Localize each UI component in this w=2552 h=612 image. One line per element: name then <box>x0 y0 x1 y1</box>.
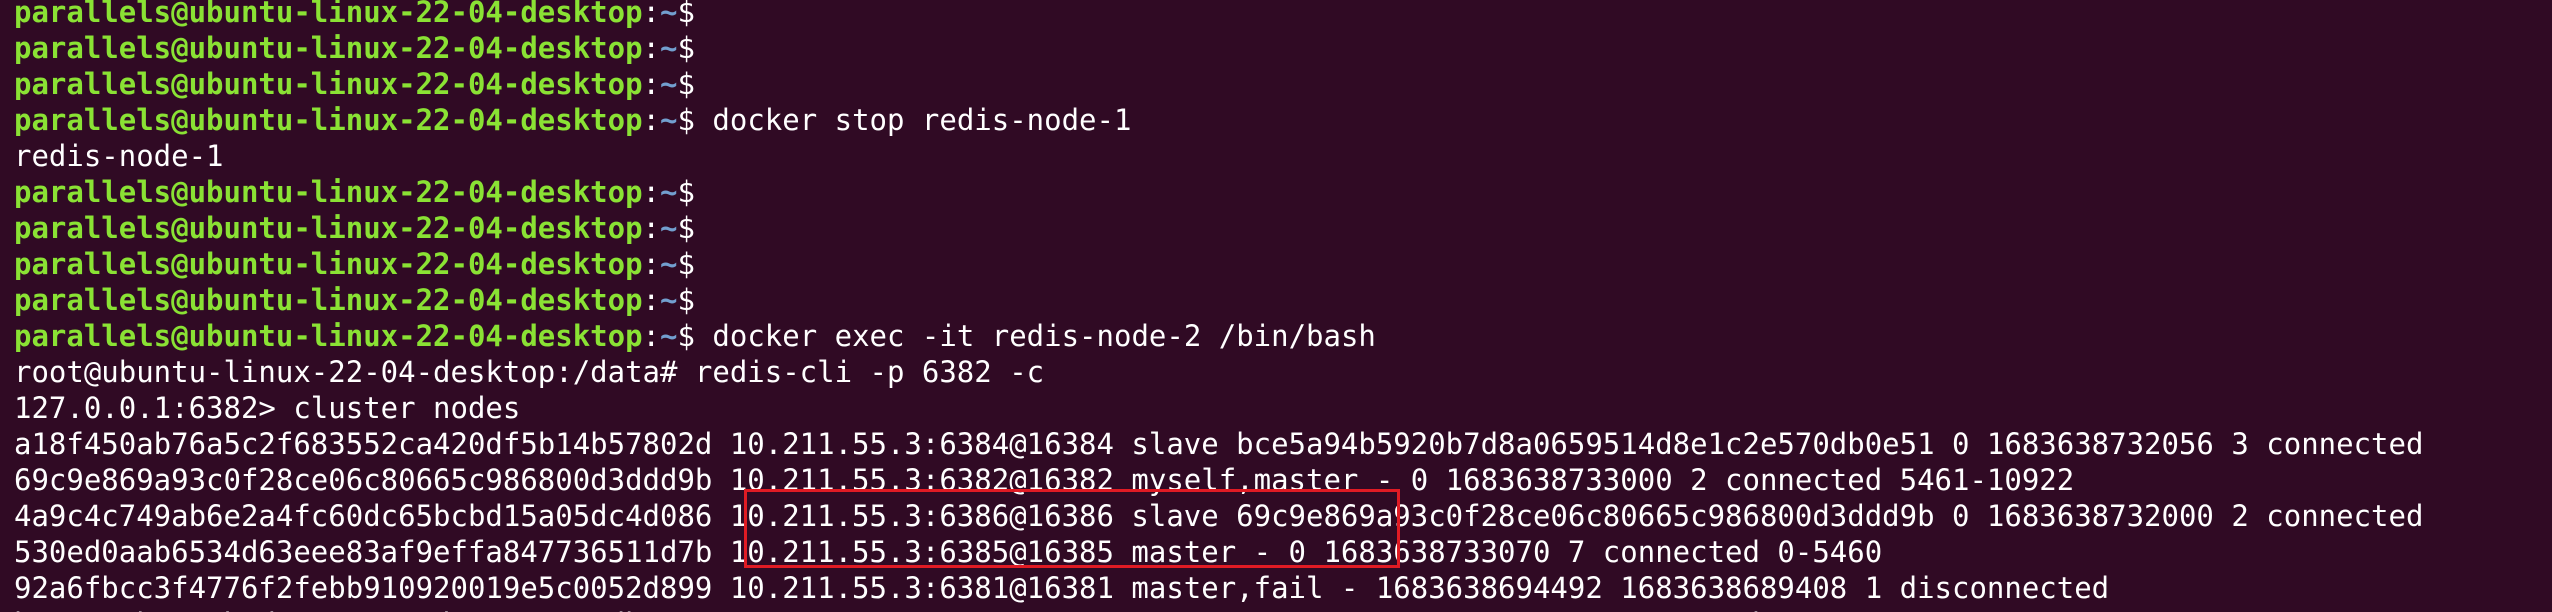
prompt-symbol: $ <box>677 67 695 101</box>
output-text: redis-node-1 <box>14 139 224 173</box>
prompt-user: parallels@ubuntu-linux-22-04-desktop <box>14 175 643 209</box>
output-text: 4a9c4c749ab6e2a4fc60dc65bcbd15a05dc4d086… <box>14 499 2424 533</box>
output-text: 127.0.0.1:6382> cluster nodes <box>14 391 521 425</box>
prompt-user: parallels@ubuntu-linux-22-04-desktop <box>14 0 643 29</box>
prompt-user: parallels@ubuntu-linux-22-04-desktop <box>14 247 643 281</box>
prompt-path: ~ <box>660 247 678 281</box>
prompt-separator: : <box>642 175 661 209</box>
prompt-symbol: $ <box>677 283 695 317</box>
prompt-path: ~ <box>660 319 678 353</box>
output-line: bce5a94b5920b7d8a0659514d8e1c2e570db0e51… <box>14 606 2552 612</box>
prompt-symbol: $ <box>677 103 695 137</box>
output-text: 92a6fbcc3f4776f2febb910920019e5c0052d899… <box>14 571 2110 605</box>
prompt-separator: : <box>642 103 661 137</box>
prompt-path: ~ <box>660 283 678 317</box>
prompt-user: parallels@ubuntu-linux-22-04-desktop <box>14 103 643 137</box>
terminal-output: parallels@ubuntu-linux-22-04-desktop:~$ p… <box>14 0 2552 612</box>
prompt-separator: : <box>642 31 661 65</box>
prompt-separator: : <box>642 0 661 29</box>
prompt-line: parallels@ubuntu-linux-22-04-desktop:~$ <box>14 246 2552 282</box>
prompt-separator: : <box>642 283 661 317</box>
prompt-symbol: $ <box>677 175 695 209</box>
prompt-symbol: $ <box>677 211 695 245</box>
output-line: a18f450ab76a5c2f683552ca420df5b14b57802d… <box>14 426 2552 462</box>
prompt-symbol: $ <box>677 0 695 29</box>
prompt-path: ~ <box>660 175 678 209</box>
prompt-path: ~ <box>660 31 678 65</box>
prompt-line: parallels@ubuntu-linux-22-04-desktop:~$ <box>14 282 2552 318</box>
prompt-line: parallels@ubuntu-linux-22-04-desktop:~$ <box>14 66 2552 102</box>
prompt-path: ~ <box>660 211 678 245</box>
prompt-line: parallels@ubuntu-linux-22-04-desktop:~$ <box>14 174 2552 210</box>
prompt-symbol: $ <box>677 247 695 281</box>
prompt-symbol: $ <box>677 31 695 65</box>
prompt-user: parallels@ubuntu-linux-22-04-desktop <box>14 211 643 245</box>
prompt-path: ~ <box>660 0 678 29</box>
terminal-window[interactable]: parallels@ubuntu-linux-22-04-desktop:~$ p… <box>0 0 2552 612</box>
output-line: redis-node-1 <box>14 138 2552 174</box>
output-text: bce5a94b5920b7d8a0659514d8e1c2e570db0e51… <box>14 607 1969 612</box>
prompt-user: parallels@ubuntu-linux-22-04-desktop <box>14 283 643 317</box>
prompt-line: parallels@ubuntu-linux-22-04-desktop:~$ <box>14 210 2552 246</box>
prompt-line: parallels@ubuntu-linux-22-04-desktop:~$ … <box>14 318 2552 354</box>
output-line: 530ed0aab6534d63eee83af9effa847736511d7b… <box>14 534 2552 570</box>
prompt-separator: : <box>642 67 661 101</box>
output-line: 69c9e869a93c0f28ce06c80665c986800d3ddd9b… <box>14 462 2552 498</box>
output-text: root@ubuntu-linux-22-04-desktop:/data# r… <box>14 355 1045 389</box>
output-text: 69c9e869a93c0f28ce06c80665c986800d3ddd9b… <box>14 463 2075 497</box>
prompt-line: parallels@ubuntu-linux-22-04-desktop:~$ … <box>14 102 2552 138</box>
prompt-user: parallels@ubuntu-linux-22-04-desktop <box>14 319 643 353</box>
prompt-path: ~ <box>660 67 678 101</box>
output-line: 92a6fbcc3f4776f2febb910920019e5c0052d899… <box>14 570 2552 606</box>
prompt-separator: : <box>642 319 661 353</box>
prompt-line: parallels@ubuntu-linux-22-04-desktop:~$ <box>14 30 2552 66</box>
command-text: docker exec -it redis-node-2 /bin/bash <box>694 319 1376 353</box>
prompt-user: parallels@ubuntu-linux-22-04-desktop <box>14 31 643 65</box>
output-text: a18f450ab76a5c2f683552ca420df5b14b57802d… <box>14 427 2424 461</box>
output-line: root@ubuntu-linux-22-04-desktop:/data# r… <box>14 354 2552 390</box>
output-line: 4a9c4c749ab6e2a4fc60dc65bcbd15a05dc4d086… <box>14 498 2552 534</box>
prompt-path: ~ <box>660 103 678 137</box>
prompt-separator: : <box>642 211 661 245</box>
prompt-line: parallels@ubuntu-linux-22-04-desktop:~$ <box>14 0 2552 30</box>
prompt-separator: : <box>642 247 661 281</box>
prompt-symbol: $ <box>677 319 695 353</box>
command-text: docker stop redis-node-1 <box>694 103 1132 137</box>
output-line: 127.0.0.1:6382> cluster nodes <box>14 390 2552 426</box>
prompt-user: parallels@ubuntu-linux-22-04-desktop <box>14 67 643 101</box>
output-text: 530ed0aab6534d63eee83af9effa847736511d7b… <box>14 535 1883 569</box>
